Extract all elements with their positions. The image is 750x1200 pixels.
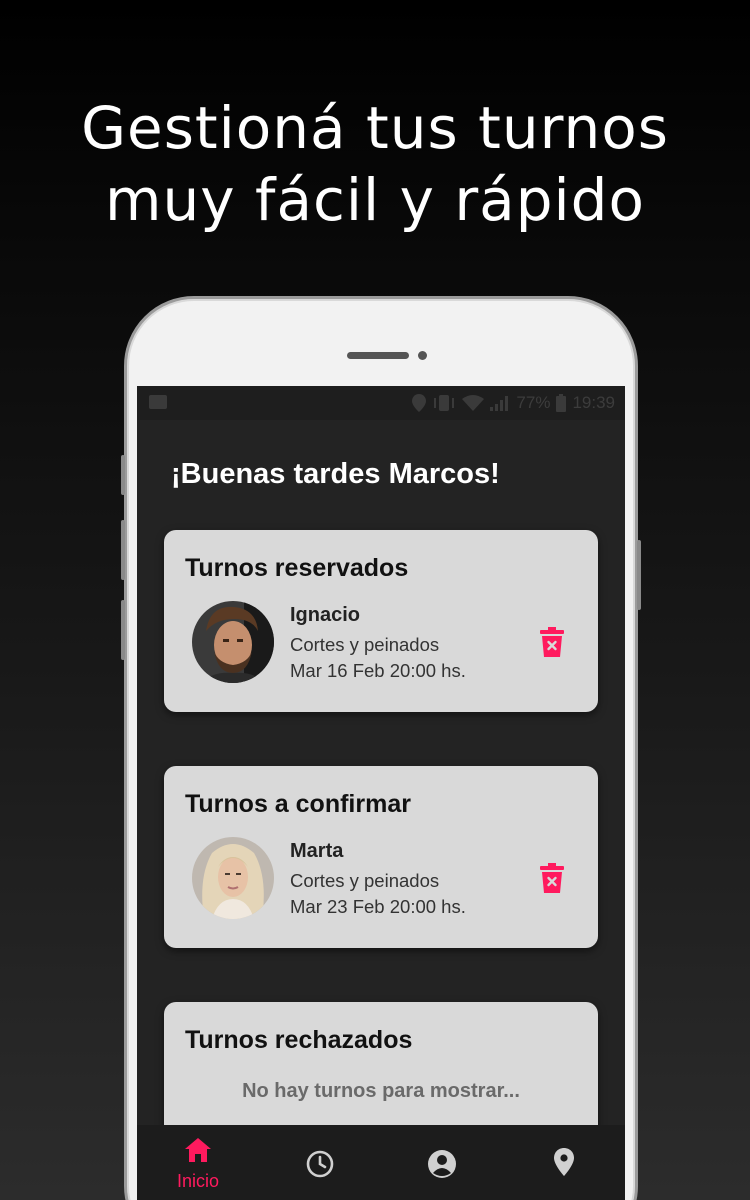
headline-line-2: muy fácil y rápido: [105, 166, 645, 234]
battery-icon: [556, 394, 567, 412]
phone-speaker: [347, 352, 409, 359]
promo-headline: Gestioná tus turnos muy fácil y rápido: [0, 92, 750, 236]
professional-name: Ignacio: [290, 604, 361, 626]
clock-time: 19:39: [572, 393, 615, 412]
bottom-navigation: Inicio: [137, 1125, 625, 1200]
empty-state-message: No hay turnos para mostrar...: [242, 1080, 520, 1102]
appointment-info: Marta Cortes y peinados Mar 23 Feb 20:00…: [290, 840, 466, 920]
appointment-datetime: Mar 16 Feb 20:00 hs.: [290, 660, 466, 681]
service-name: Cortes y peinados: [290, 870, 440, 891]
delete-icon[interactable]: [540, 863, 564, 893]
clock-icon: [306, 1150, 334, 1178]
nav-item-history[interactable]: [259, 1125, 381, 1200]
reserved-appointments-card: Turnos reservados Ignacio Cortes y peina…: [164, 530, 598, 712]
account-icon: [428, 1150, 456, 1178]
pending-appointments-card: Turnos a confirmar Marta Cortes y peinad…: [164, 766, 598, 948]
location-status-icon: [412, 394, 427, 412]
phone-power-button: [637, 540, 641, 610]
location-pin-icon: [554, 1148, 574, 1176]
card-title: Turnos reservados: [185, 554, 409, 582]
app-screen: 77% 19:39 ¡Buenas tardes Marcos! Turnos …: [137, 386, 625, 1200]
avatar: [192, 601, 274, 683]
home-icon: [185, 1138, 211, 1162]
phone-side-button: [121, 520, 125, 580]
signal-icon: [490, 396, 509, 411]
card-title: Turnos a confirmar: [185, 790, 411, 818]
nav-label-home: Inicio: [176, 1171, 220, 1191]
battery-percent: 77%: [516, 393, 551, 412]
phone-camera: [418, 351, 427, 360]
card-title: Turnos rechazados: [185, 1026, 413, 1054]
professional-name: Marta: [290, 840, 344, 862]
nav-item-profile[interactable]: [381, 1125, 503, 1200]
nav-item-home[interactable]: Inicio: [137, 1125, 259, 1200]
phone-side-button: [121, 455, 125, 495]
status-bar: 77% 19:39: [137, 386, 625, 420]
wifi-icon: [462, 395, 485, 411]
phone-side-button: [121, 600, 125, 660]
vibrate-icon: [434, 395, 455, 411]
appointment-datetime: Mar 23 Feb 20:00 hs.: [290, 896, 466, 917]
avatar: [192, 837, 274, 919]
delete-icon[interactable]: [540, 627, 564, 657]
headline-line-1: Gestioná tus turnos: [81, 94, 669, 162]
greeting-title: ¡Buenas tardes Marcos!: [171, 458, 500, 490]
service-name: Cortes y peinados: [290, 634, 440, 655]
nav-item-location[interactable]: [503, 1125, 625, 1200]
message-notification-icon: [149, 395, 167, 409]
appointment-info: Ignacio Cortes y peinados Mar 16 Feb 20:…: [290, 604, 466, 684]
